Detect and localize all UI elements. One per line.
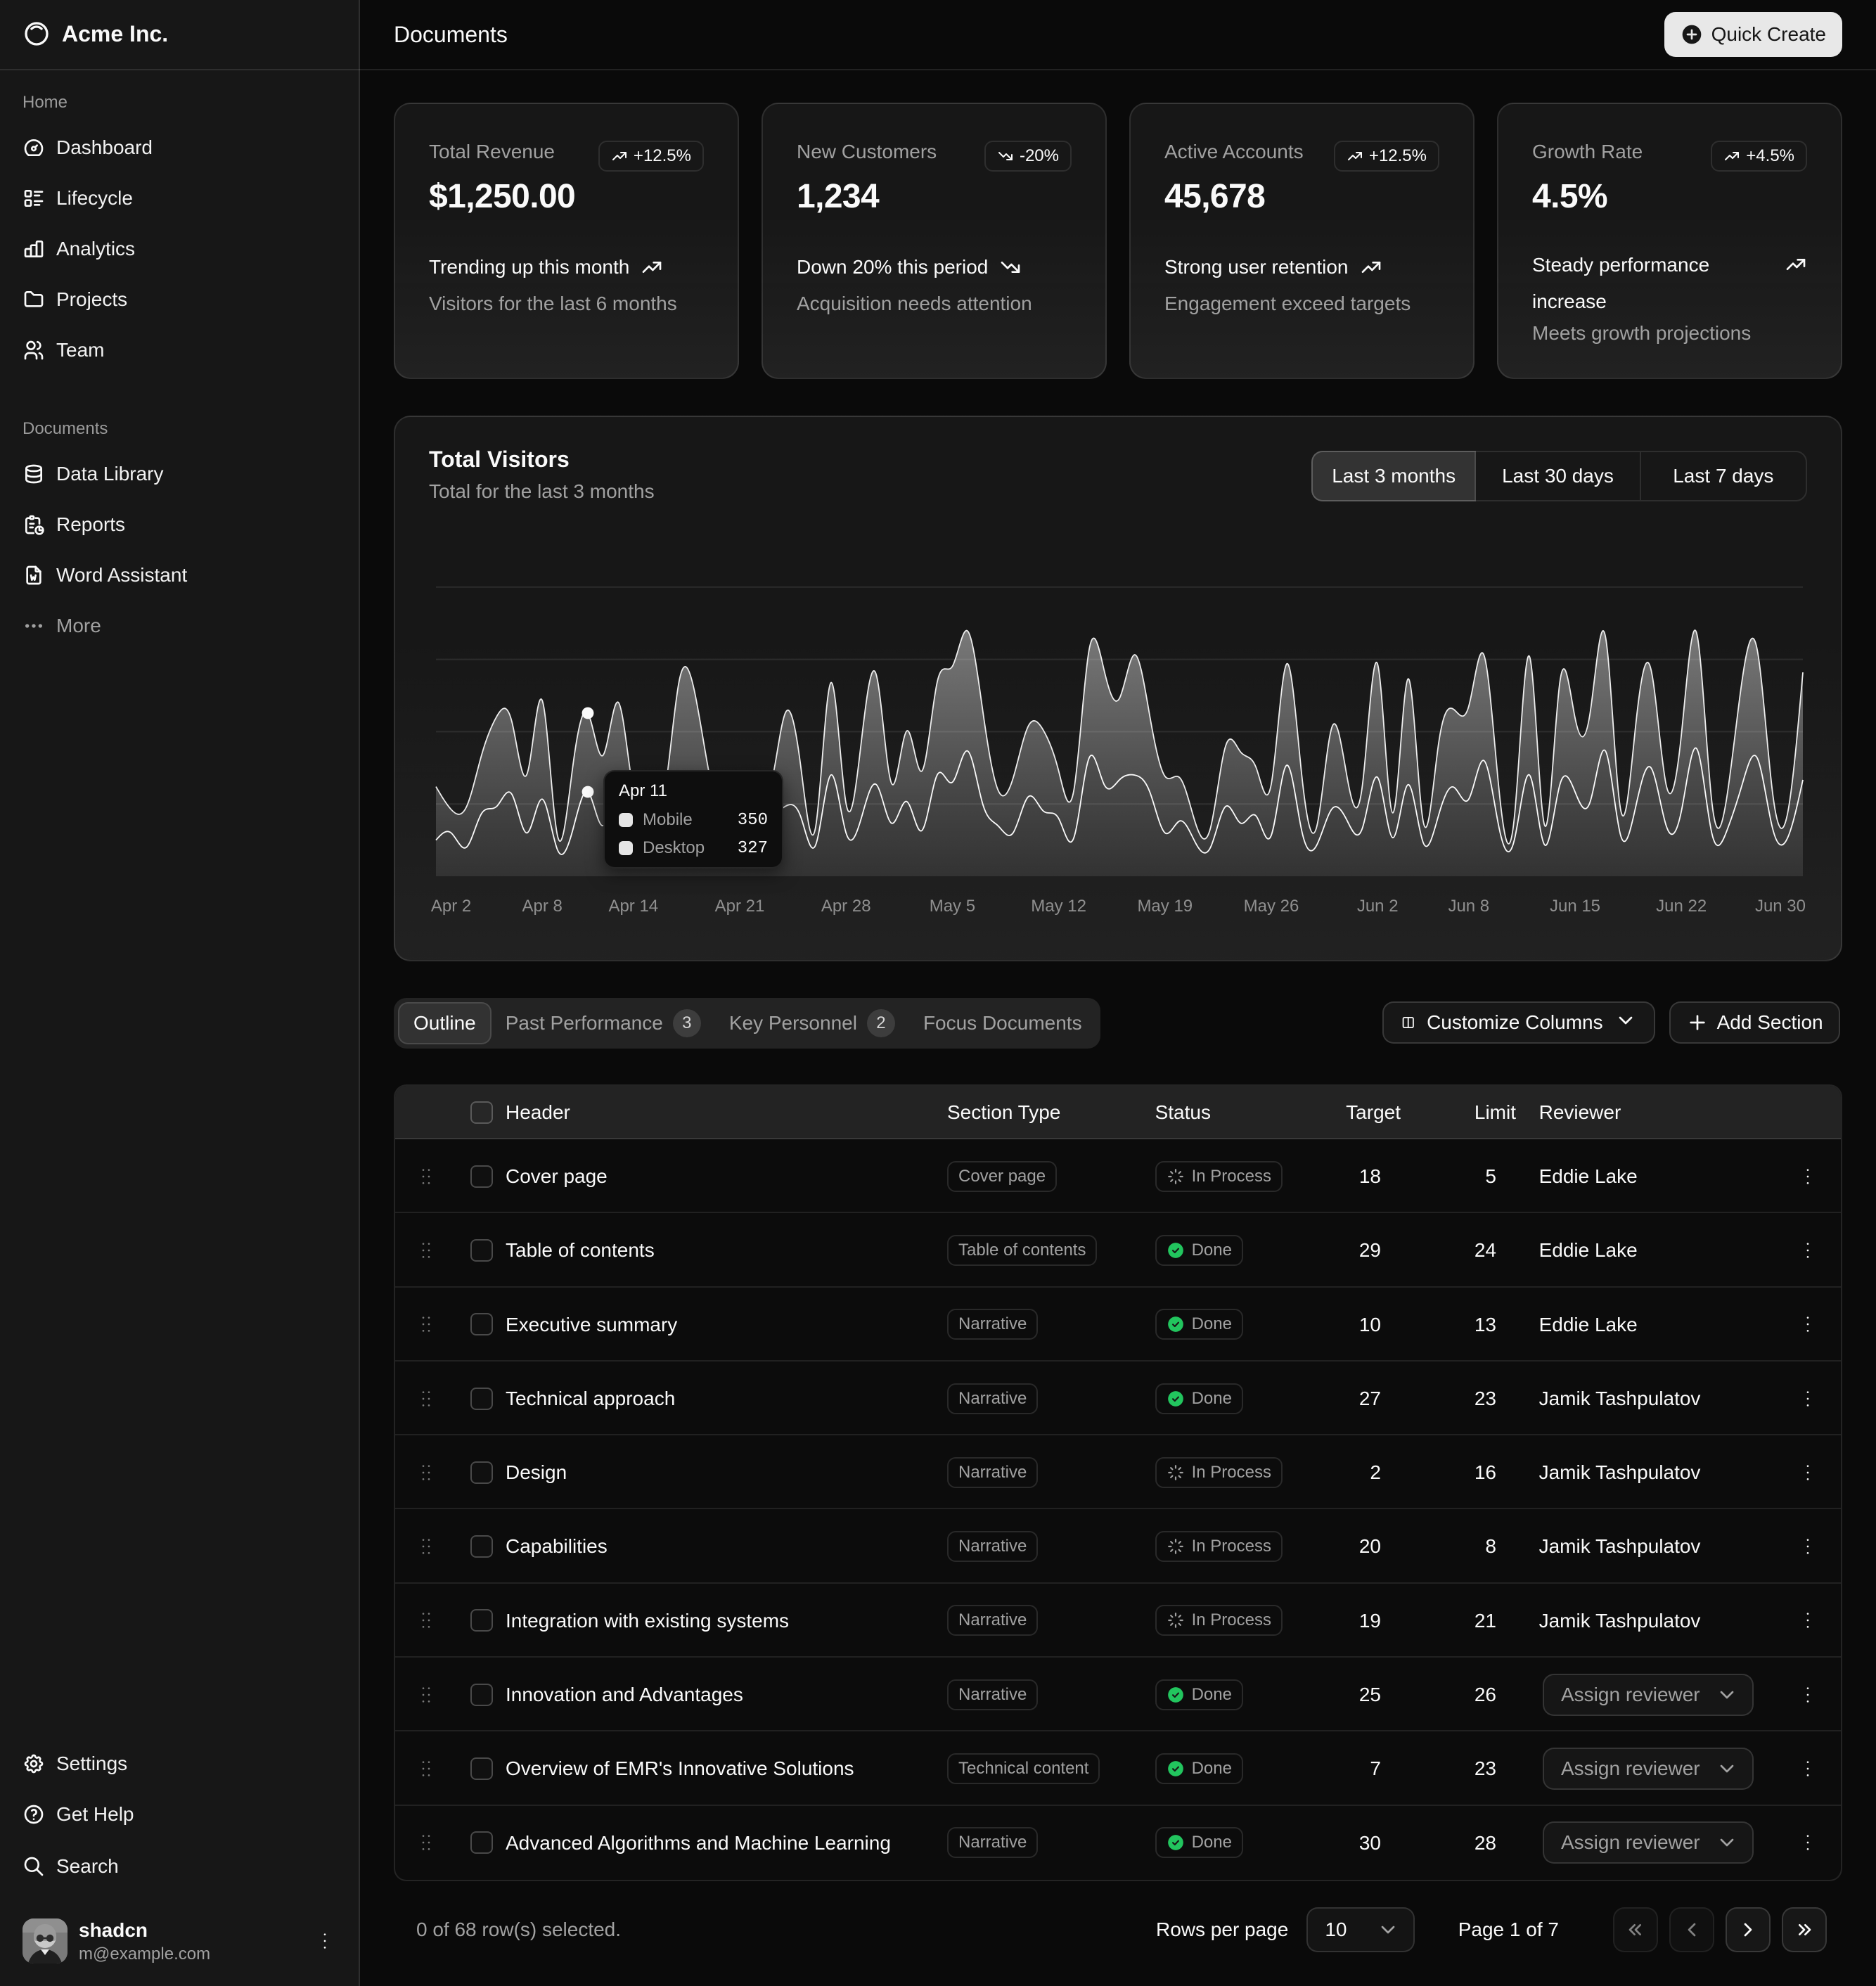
- svg-text:Jun 8: Jun 8: [1448, 897, 1489, 916]
- svg-text:Jun 22: Jun 22: [1656, 897, 1707, 916]
- svg-text:Apr 8: Apr 8: [522, 897, 563, 916]
- svg-text:Jun 15: Jun 15: [1550, 897, 1600, 916]
- svg-text:May 5: May 5: [930, 897, 975, 916]
- svg-text:Apr 14: Apr 14: [608, 897, 658, 916]
- svg-text:Apr 21: Apr 21: [715, 897, 765, 916]
- svg-text:Jun 30: Jun 30: [1755, 897, 1806, 916]
- svg-text:Apr 2: Apr 2: [431, 897, 471, 916]
- svg-text:May 26: May 26: [1244, 897, 1299, 916]
- svg-text:May 12: May 12: [1031, 897, 1086, 916]
- svg-text:Apr 28: Apr 28: [821, 897, 871, 916]
- svg-text:Jun 2: Jun 2: [1357, 897, 1399, 916]
- svg-text:May 19: May 19: [1137, 897, 1193, 916]
